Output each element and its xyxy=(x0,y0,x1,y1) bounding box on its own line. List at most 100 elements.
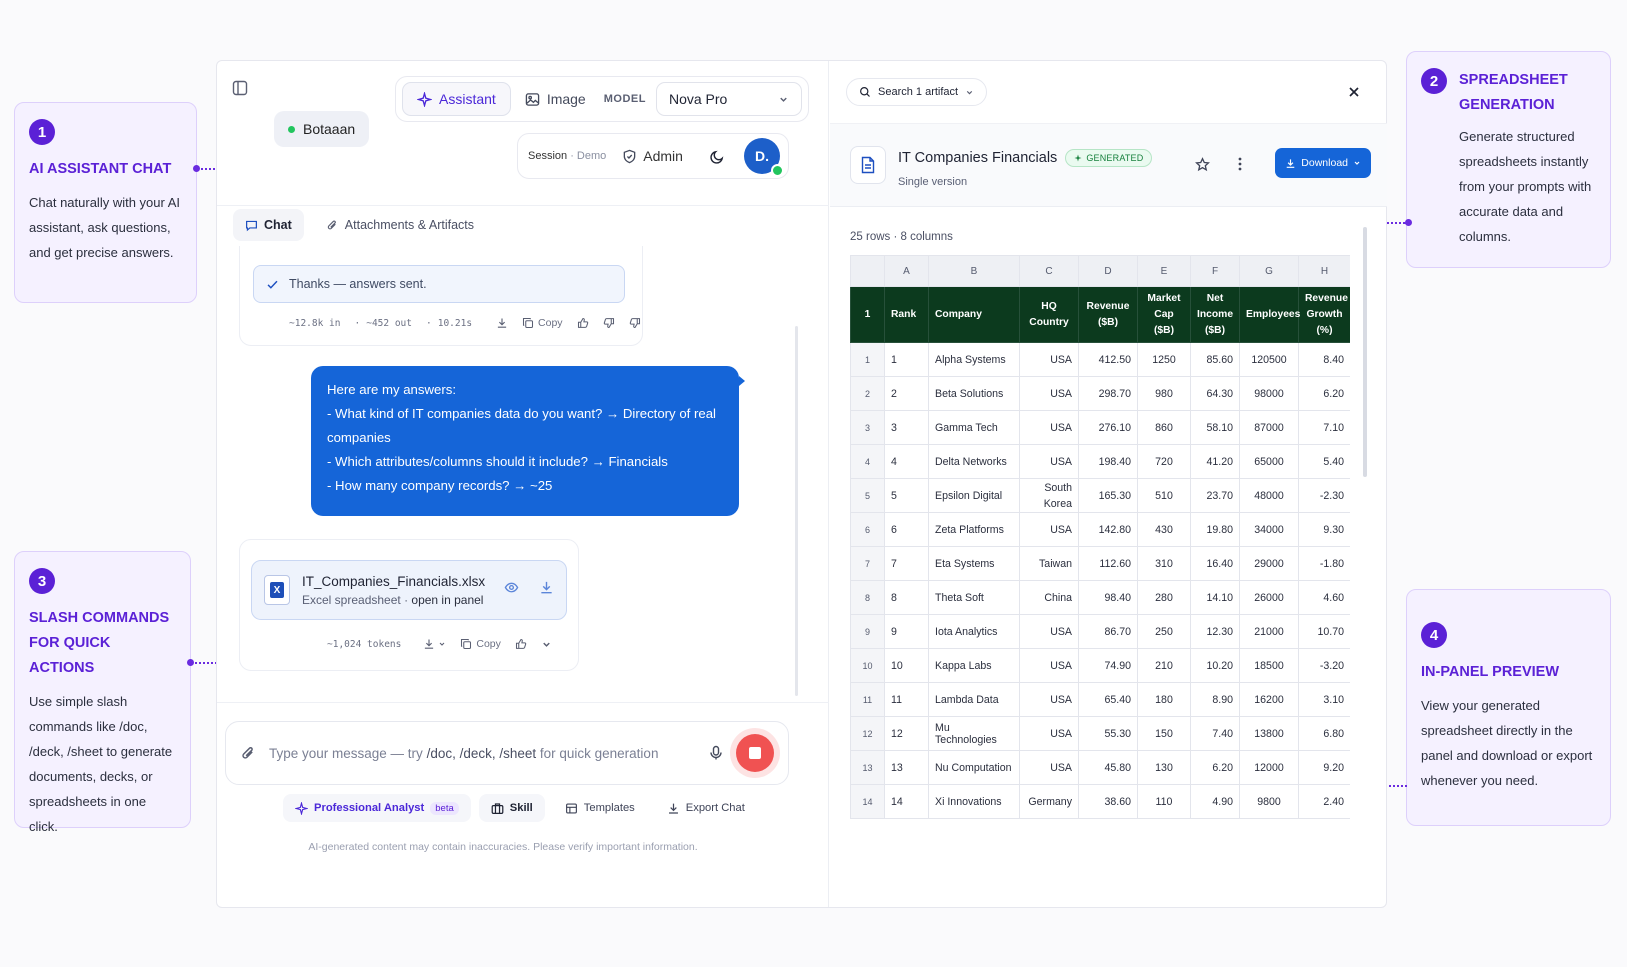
model-select[interactable]: Nova Pro xyxy=(655,82,802,116)
table-cell[interactable]: 14 xyxy=(884,784,929,819)
table-cell[interactable]: 34000 xyxy=(1239,512,1299,547)
thumbs-up-icon[interactable] xyxy=(515,638,527,650)
table-cell[interactable]: 198.40 xyxy=(1078,444,1138,479)
table-cell[interactable]: 142.80 xyxy=(1078,512,1138,547)
table-cell[interactable]: 5.40 xyxy=(1298,444,1350,479)
table-cell[interactable]: 430 xyxy=(1137,512,1191,547)
table-cell[interactable]: 87000 xyxy=(1239,410,1299,445)
file-attachment-card[interactable]: X IT_Companies_Financials.xlsx Excel spr… xyxy=(251,560,567,620)
table-cell[interactable]: 98.40 xyxy=(1078,580,1138,615)
table-cell[interactable]: 4.60 xyxy=(1298,580,1350,615)
copy-button[interactable]: Copy xyxy=(460,638,501,650)
admin-button[interactable]: Admin xyxy=(622,148,683,164)
table-cell[interactable]: 9 xyxy=(884,614,929,649)
table-cell[interactable]: 23.70 xyxy=(1190,478,1240,513)
table-cell[interactable]: 165.30 xyxy=(1078,478,1138,513)
column-letter[interactable]: F xyxy=(1190,255,1240,287)
paperclip-icon[interactable] xyxy=(240,745,257,762)
table-cell[interactable]: 86.70 xyxy=(1078,614,1138,649)
table-cell[interactable]: 298.70 xyxy=(1078,376,1138,411)
thumbs-down-icon[interactable] xyxy=(603,317,615,329)
sidebar-toggle-icon[interactable] xyxy=(229,77,251,99)
table-cell[interactable]: 1250 xyxy=(1137,342,1191,377)
table-cell[interactable]: 98000 xyxy=(1239,376,1299,411)
column-header[interactable]: Employees xyxy=(1239,286,1300,343)
flag-icon[interactable] xyxy=(629,317,641,329)
table-cell[interactable]: 9.30 xyxy=(1298,512,1350,547)
column-header[interactable]: Market Cap ($B) xyxy=(1137,286,1191,343)
chevron-down-icon[interactable] xyxy=(541,639,552,650)
table-cell[interactable]: Xi Innovations xyxy=(928,784,1020,819)
table-cell[interactable]: 64.30 xyxy=(1190,376,1240,411)
message-composer[interactable]: Type your message — try /doc, /deck, /sh… xyxy=(225,721,789,785)
table-cell[interactable]: 85.60 xyxy=(1190,342,1240,377)
tab-attachments[interactable]: Attachments & Artifacts xyxy=(314,209,486,241)
table-cell[interactable]: 150 xyxy=(1137,716,1191,751)
table-cell[interactable]: 3.10 xyxy=(1298,682,1350,717)
table-cell[interactable]: 65.40 xyxy=(1078,682,1138,717)
table-cell[interactable]: 10.70 xyxy=(1298,614,1350,649)
table-cell[interactable]: 10.20 xyxy=(1190,648,1240,683)
table-cell[interactable]: 48000 xyxy=(1239,478,1299,513)
table-cell[interactable]: Alpha Systems xyxy=(928,342,1020,377)
table-cell[interactable]: USA xyxy=(1019,376,1079,411)
column-letter[interactable]: H xyxy=(1298,255,1350,287)
table-cell[interactable]: Beta Solutions xyxy=(928,376,1020,411)
table-cell[interactable]: 2 xyxy=(884,376,929,411)
table-cell[interactable]: 276.10 xyxy=(1078,410,1138,445)
table-cell[interactable]: Taiwan xyxy=(1019,546,1079,581)
table-cell[interactable]: 12 xyxy=(884,716,929,751)
table-cell[interactable]: USA xyxy=(1019,716,1079,751)
table-cell[interactable]: USA xyxy=(1019,444,1079,479)
image-tab[interactable]: Image xyxy=(511,82,600,116)
table-cell[interactable]: 11 xyxy=(884,682,929,717)
column-letter[interactable]: D xyxy=(1078,255,1138,287)
table-cell[interactable]: Iota Analytics xyxy=(928,614,1020,649)
table-cell[interactable]: Zeta Platforms xyxy=(928,512,1020,547)
table-cell[interactable]: China xyxy=(1019,580,1079,615)
table-cell[interactable]: -1.80 xyxy=(1298,546,1350,581)
table-cell[interactable]: 5 xyxy=(884,478,929,513)
table-cell[interactable]: 120500 xyxy=(1239,342,1299,377)
table-cell[interactable]: South Korea xyxy=(1019,478,1079,513)
theme-toggle-moon-icon[interactable] xyxy=(707,145,729,167)
table-cell[interactable]: USA xyxy=(1019,648,1079,683)
table-cell[interactable]: 16200 xyxy=(1239,682,1299,717)
copy-button[interactable]: Copy xyxy=(522,317,563,329)
table-cell[interactable]: 210 xyxy=(1137,648,1191,683)
chat-scrollbar[interactable] xyxy=(795,326,798,696)
table-cell[interactable]: 58.10 xyxy=(1190,410,1240,445)
column-letter[interactable]: E xyxy=(1137,255,1191,287)
column-header[interactable]: Revenue Growth (%) xyxy=(1298,286,1350,343)
column-letter[interactable]: C xyxy=(1019,255,1079,287)
table-cell[interactable]: Mu Technologies xyxy=(928,716,1020,751)
table-cell[interactable]: 12000 xyxy=(1239,750,1299,785)
table-cell[interactable]: Theta Soft xyxy=(928,580,1020,615)
table-cell[interactable]: 280 xyxy=(1137,580,1191,615)
more-options-icon[interactable] xyxy=(1230,154,1250,174)
table-cell[interactable]: 130 xyxy=(1137,750,1191,785)
table-cell[interactable]: 6.80 xyxy=(1298,716,1350,751)
download-menu-icon[interactable] xyxy=(423,638,446,650)
column-header[interactable]: Rank xyxy=(884,286,929,343)
table-cell[interactable]: Eta Systems xyxy=(928,546,1020,581)
table-cell[interactable]: 980 xyxy=(1137,376,1191,411)
star-icon[interactable] xyxy=(1192,154,1212,174)
table-cell[interactable]: 9.20 xyxy=(1298,750,1350,785)
table-cell[interactable]: 13800 xyxy=(1239,716,1299,751)
table-cell[interactable]: 412.50 xyxy=(1078,342,1138,377)
column-header[interactable]: Net Income ($B) xyxy=(1190,286,1240,343)
column-letter[interactable]: G xyxy=(1239,255,1299,287)
download-button[interactable]: Download xyxy=(1275,148,1371,178)
table-cell[interactable]: 14.10 xyxy=(1190,580,1240,615)
professional-analyst-button[interactable]: Professional Analyst beta xyxy=(283,794,471,822)
table-cell[interactable]: 4.90 xyxy=(1190,784,1240,819)
export-chat-button[interactable]: Export Chat xyxy=(655,794,757,822)
table-cell[interactable]: 3 xyxy=(884,410,929,445)
table-cell[interactable]: 720 xyxy=(1137,444,1191,479)
table-cell[interactable]: 7.40 xyxy=(1190,716,1240,751)
download-icon[interactable] xyxy=(496,317,508,329)
table-cell[interactable]: 55.30 xyxy=(1078,716,1138,751)
table-cell[interactable]: Nu Computation xyxy=(928,750,1020,785)
table-cell[interactable]: 250 xyxy=(1137,614,1191,649)
